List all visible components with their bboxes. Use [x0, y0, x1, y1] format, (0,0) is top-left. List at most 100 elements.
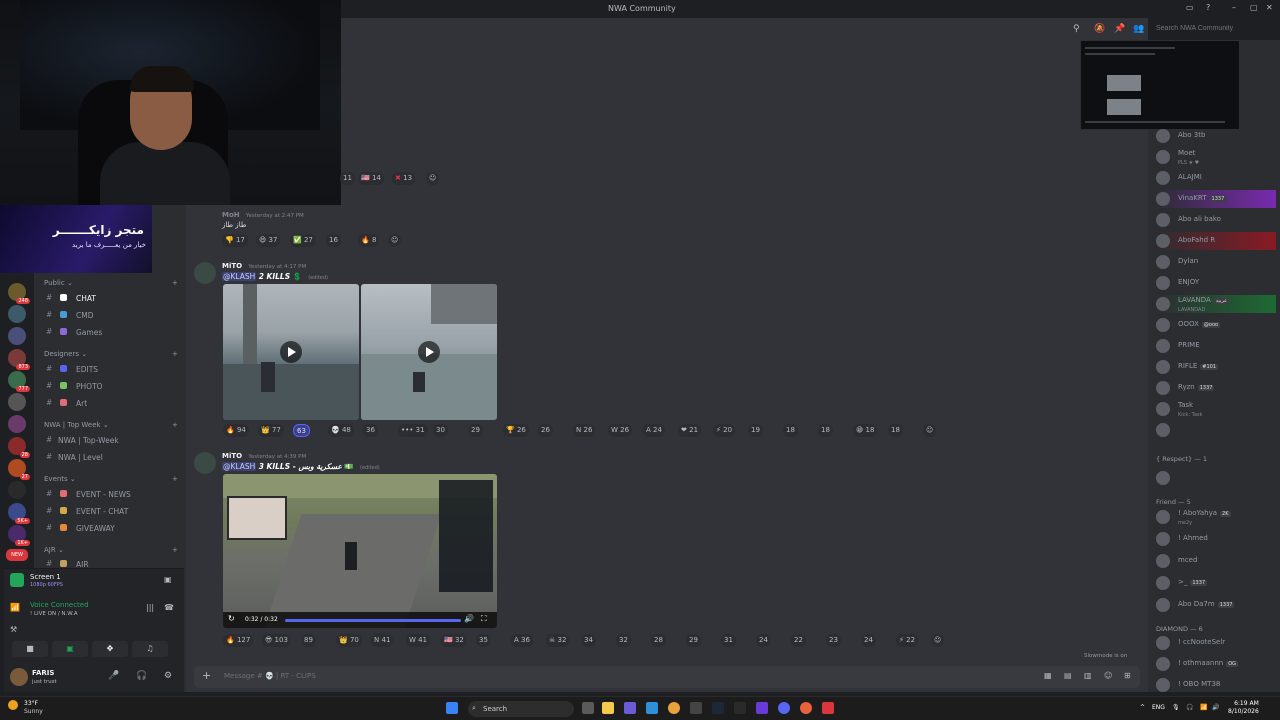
channel-cmd[interactable]: # CMD [44, 309, 184, 323]
task-view-icon[interactable] [582, 702, 594, 714]
server-icon[interactable]: 873 [8, 349, 30, 370]
weather-widget[interactable]: 33°F Sunny [8, 700, 43, 715]
member-entry[interactable]: ! othmaannn OG [1154, 655, 1276, 673]
voice-channel[interactable]: ! LIVE ON / N.W.A [30, 611, 78, 617]
member-entry[interactable] [1154, 469, 1276, 487]
reaction[interactable]: 👎 17 [222, 234, 248, 247]
member-entry[interactable]: Ryzn 1337 [1154, 379, 1276, 397]
microphone-icon[interactable]: 🎤 [108, 671, 119, 681]
reaction[interactable]: 💀 48 [328, 424, 354, 437]
user-mention[interactable]: @KLASH [222, 272, 257, 281]
clock[interactable]: 6:19 AM 8/10/2026 [1228, 700, 1259, 716]
app-icon[interactable] [690, 702, 702, 714]
reaction[interactable]: 29 [686, 634, 701, 647]
wrench-icon[interactable]: ⚒ [10, 625, 17, 634]
reaction[interactable]: 18 [783, 424, 798, 437]
reaction[interactable]: 30 [433, 424, 448, 437]
tray-chevron-icon[interactable]: ^ [1140, 704, 1145, 711]
play-icon[interactable] [280, 341, 302, 363]
reaction[interactable]: 19 [748, 424, 763, 437]
reaction[interactable]: N 26 [573, 424, 596, 437]
reaction[interactable]: A 24 [643, 424, 665, 437]
server-icon[interactable]: 1K+ [8, 525, 30, 546]
screen-preview-thumbnail[interactable] [1080, 40, 1240, 130]
reaction[interactable]: ❤ 21 [678, 424, 702, 437]
server-icon[interactable]: 27 [8, 459, 30, 480]
app-icon[interactable] [756, 702, 768, 714]
server-icon[interactable]: 28 [8, 437, 30, 458]
edge-icon[interactable] [646, 702, 658, 714]
reaction[interactable]: 🇺🇸 32 [441, 634, 467, 647]
disconnect-icon[interactable]: ☎ [164, 603, 174, 612]
category-public[interactable]: Public ⌄ + [44, 279, 178, 287]
member-entry[interactable]: ALAJMI [1154, 169, 1276, 187]
member-entry[interactable]: ! AboYahya 2K me2y [1154, 508, 1276, 526]
reaction[interactable]: 🏆 26 [503, 424, 529, 437]
member-entry[interactable]: LAVANDA عربيه LAVANDAD [1154, 295, 1276, 313]
app-icon[interactable] [822, 702, 834, 714]
reaction[interactable]: 11 [340, 172, 355, 185]
volume-icon[interactable]: 🔊 [464, 614, 474, 623]
server-icon[interactable] [8, 327, 26, 345]
video-attachment[interactable]: ↻ 0:32 / 0:32 🔊 ⛶ [223, 474, 497, 628]
tray-headset-icon[interactable]: 🎧 [1186, 704, 1193, 711]
popout-icon[interactable]: ▣ [164, 575, 172, 584]
member-entry[interactable]: ! Ahmed [1154, 530, 1276, 548]
sticker-icon[interactable]: ▥ [1084, 671, 1092, 680]
member-entry[interactable]: ! ccNooteSelr [1154, 634, 1276, 652]
reaction[interactable]: N 41 [371, 634, 394, 647]
new-badge[interactable]: NEW [6, 549, 28, 561]
activities-button[interactable]: ✥ [92, 641, 128, 657]
reaction[interactable]: 😄 37 [256, 234, 281, 247]
category-designers[interactable]: Designers ⌄ + [44, 350, 178, 358]
user-mention[interactable]: @KLASH [222, 462, 257, 471]
help-icon[interactable]: ? [1206, 3, 1210, 12]
noise-suppression-icon[interactable]: ||| [146, 603, 154, 612]
gift-icon[interactable]: ▦ [1044, 671, 1052, 680]
add-reaction-icon[interactable]: ☺ [923, 424, 937, 437]
reaction[interactable]: 18 [818, 424, 833, 437]
gif-icon[interactable]: ▤ [1064, 671, 1072, 680]
maximize-icon[interactable]: ▢ [1250, 3, 1258, 12]
member-entry[interactable]: RIFLE #101 [1154, 358, 1276, 376]
add-channel-icon[interactable]: + [172, 279, 178, 287]
reaction[interactable]: ☠ 32 [546, 634, 570, 647]
member-entry[interactable]: Task Kick: Task [1154, 400, 1276, 418]
emoji-icon[interactable]: ☺ [1104, 671, 1112, 680]
file-explorer-icon[interactable] [602, 702, 614, 714]
reaction[interactable]: 32 [616, 634, 631, 647]
settings-gear-icon[interactable]: ⚙ [164, 671, 172, 681]
channel-art[interactable]: # Art [44, 397, 184, 411]
pin-icon[interactable]: 📌 [1114, 24, 1125, 34]
reaction[interactable]: 24 [756, 634, 771, 647]
reaction[interactable]: ✖ 13 [392, 172, 416, 185]
fullscreen-icon[interactable]: ⛶ [481, 614, 487, 624]
reaction[interactable]: 89 [301, 634, 316, 647]
play-icon[interactable] [418, 341, 440, 363]
app-icon[interactable] [734, 702, 746, 714]
chrome-icon[interactable] [668, 702, 680, 714]
add-channel-icon[interactable]: + [172, 475, 178, 483]
avatar[interactable] [194, 452, 216, 474]
channel-giveaway[interactable]: # GIVEAWAY [44, 522, 184, 536]
search-input[interactable] [1152, 21, 1270, 36]
discord-icon[interactable] [778, 702, 790, 714]
server-icon[interactable]: 248 [8, 283, 30, 304]
mute-icon[interactable]: 🔕 [1094, 24, 1105, 34]
reaction[interactable]: ⚡ 20 [713, 424, 736, 437]
server-banner[interactable]: متجر زايكـــــــر خيار من يعـــــرف ما ي… [0, 205, 152, 273]
language-indicator[interactable]: ENG [1152, 704, 1165, 711]
reaction[interactable]: 😎 103 [262, 634, 291, 647]
reaction[interactable]: ⚡ 22 [896, 634, 919, 647]
tray-mic-icon[interactable]: 🎙 [1172, 704, 1180, 711]
reaction[interactable]: 🔥 8 [358, 234, 380, 247]
member-entry[interactable]: Dylan [1154, 253, 1276, 271]
attach-plus-icon[interactable]: + [202, 669, 211, 682]
camera-button[interactable]: ■ [12, 641, 48, 657]
threads-icon[interactable]: ⚲ [1073, 24, 1080, 34]
taskbar-search[interactable]: ⌕ Search [468, 701, 574, 717]
headphones-icon[interactable]: 🎧 [136, 671, 147, 681]
member-entry[interactable]: Moet PLS ★ ♥ [1154, 148, 1276, 166]
server-icon[interactable] [8, 415, 26, 433]
reaction[interactable]: 22 [791, 634, 806, 647]
